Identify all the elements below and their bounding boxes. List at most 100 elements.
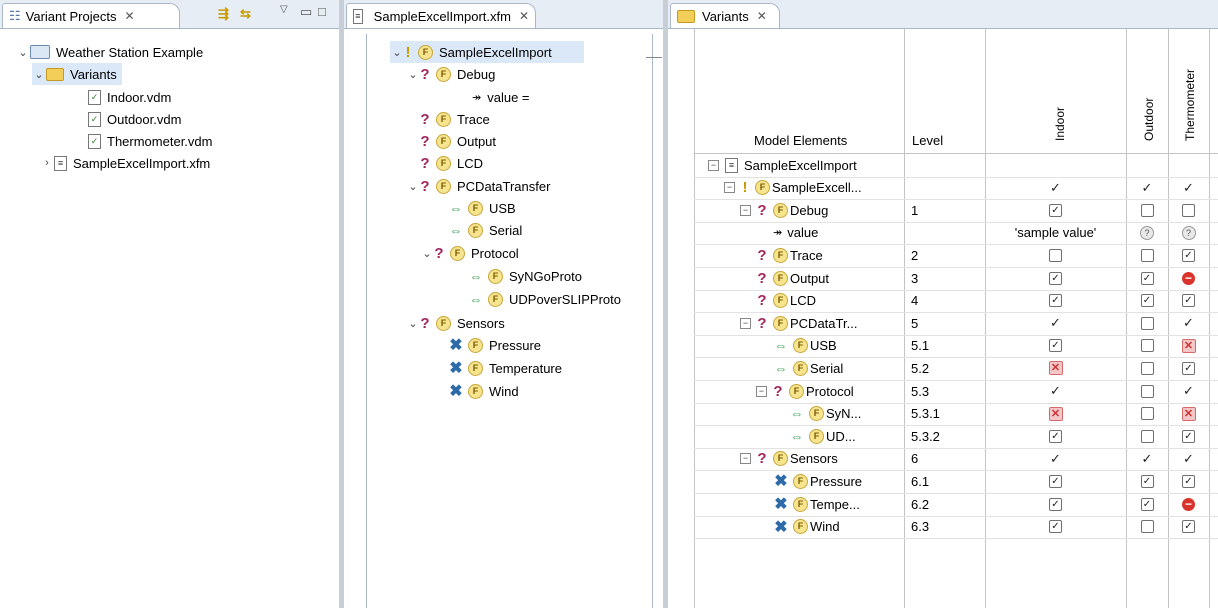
collapse-icon[interactable]: − <box>724 182 735 194</box>
maximize-icon[interactable]: □ <box>318 4 326 19</box>
feature-lcd[interactable]: ? F LCD <box>420 152 483 174</box>
checked-checkbox[interactable]: ✓ <box>1182 520 1195 534</box>
chevron-down-icon[interactable]: ⌄ <box>406 68 420 81</box>
matrix-row-name[interactable]: ? F LCD <box>740 290 816 312</box>
conflict-stop-icon[interactable]: − <box>1182 497 1195 511</box>
matrix-cell-thermo[interactable]: ✓ <box>1168 470 1209 492</box>
collapse-all-icon[interactable]: ⇆ <box>240 6 251 22</box>
selection-check-icon[interactable]: ✓ <box>1142 451 1153 467</box>
matrix-cell-indoor[interactable]: ✕ <box>985 403 1126 425</box>
view-menu-icon[interactable]: ▽ <box>280 4 288 15</box>
selection-check-icon[interactable]: ✓ <box>1050 451 1061 467</box>
empty-checkbox[interactable] <box>1140 429 1154 443</box>
column-header-outdoor[interactable]: Outdoor <box>1142 98 1156 141</box>
empty-checkbox[interactable] <box>1140 248 1154 262</box>
matrix-cell-indoor[interactable]: ✓ <box>985 516 1126 538</box>
matrix-cell-outdoor[interactable] <box>1126 335 1168 357</box>
column-divider[interactable] <box>904 29 905 608</box>
matrix-cell-thermo[interactable] <box>1168 154 1209 176</box>
checked-checkbox[interactable]: ✓ <box>1140 294 1154 308</box>
feature-pcdatatransfer[interactable]: ⌄ ? F PCDataTransfer <box>406 175 550 197</box>
selection-check-icon[interactable]: ✓ <box>1050 315 1061 331</box>
excluded-checkbox[interactable]: ✕ <box>1181 338 1196 353</box>
column-header-level[interactable]: Level <box>912 129 943 151</box>
matrix-cell-indoor[interactable]: ✓ <box>985 425 1126 447</box>
chevron-right-icon[interactable]: › <box>40 157 54 169</box>
matrix-row-name[interactable]: −? F Debug <box>740 199 828 221</box>
column-header-indoor[interactable]: Indoor <box>1053 107 1067 141</box>
matrix-cell-indoor[interactable]: ✓ <box>985 312 1126 334</box>
matrix-cell-indoor[interactable] <box>985 244 1126 266</box>
matrix-cell-outdoor[interactable]: ✓ <box>1126 470 1168 492</box>
excluded-checkbox[interactable]: ✕ <box>1048 361 1063 376</box>
checked-checkbox[interactable]: ✓ <box>1182 294 1195 308</box>
checked-checkbox[interactable]: ✓ <box>1049 294 1062 308</box>
matrix-row-name[interactable]: ✖ F Tempe... <box>756 493 860 515</box>
matrix-cell-outdoor[interactable] <box>1126 380 1168 402</box>
matrix-cell-thermo[interactable] <box>1168 199 1209 221</box>
matrix-cell-indoor[interactable]: ✓ <box>985 335 1126 357</box>
empty-checkbox[interactable] <box>1140 316 1154 330</box>
matrix-row-name[interactable]: ⇔ F UD... <box>772 425 856 447</box>
matrix-cell-outdoor[interactable]: ✓ <box>1126 493 1168 515</box>
feature-syngoproto[interactable]: ⇔ F SyNGoProto <box>468 265 582 287</box>
matrix-cell-indoor[interactable]: ✓ <box>985 199 1126 221</box>
tab-variants[interactable]: Variants ✕ <box>670 3 780 28</box>
undefined-value-icon[interactable]: ? <box>1140 225 1154 240</box>
feature-serial[interactable]: ⇔ F Serial <box>448 219 522 241</box>
matrix-row-name[interactable]: −? F PCDataTr... <box>740 312 857 334</box>
tree-item-file[interactable]: ✓ Outdoor.vdm <box>88 108 181 130</box>
feature-output[interactable]: ? F Output <box>420 130 496 152</box>
feature-wind[interactable]: ✖ F Wind <box>448 380 518 402</box>
selection-check-icon[interactable]: ✓ <box>1183 180 1194 196</box>
checked-checkbox[interactable]: ✓ <box>1049 203 1062 217</box>
collapse-icon[interactable]: − <box>756 385 767 397</box>
chevron-down-icon[interactable]: ⌄ <box>16 46 30 59</box>
checked-checkbox[interactable]: ✓ <box>1140 271 1154 285</box>
checked-checkbox[interactable]: ✓ <box>1140 474 1154 488</box>
matrix-cell-indoor[interactable]: ✓ <box>985 448 1126 470</box>
checked-checkbox[interactable]: ✓ <box>1049 339 1062 353</box>
matrix-row-name[interactable]: −! F SampleExcell... <box>724 177 862 199</box>
matrix-row-name[interactable]: ↠ value <box>756 222 818 244</box>
feature-usb[interactable]: ⇔ F USB <box>448 197 516 219</box>
selection-check-icon[interactable]: ✓ <box>1142 180 1153 196</box>
matrix-cell-thermo[interactable]: ✓ <box>1168 357 1209 379</box>
tree-item-file[interactable]: ✓ Indoor.vdm <box>88 86 171 108</box>
close-icon[interactable]: ✕ <box>519 9 529 23</box>
empty-checkbox[interactable] <box>1140 361 1154 375</box>
checked-checkbox[interactable]: ✓ <box>1049 271 1062 285</box>
checked-checkbox[interactable]: ✓ <box>1049 520 1062 534</box>
feature-root[interactable]: ⌄ ! F SampleExcelImport <box>390 41 584 63</box>
excluded-checkbox[interactable]: ✕ <box>1048 406 1063 421</box>
selection-check-icon[interactable]: ✓ <box>1183 451 1194 467</box>
feature-debug[interactable]: ⌄ ? F Debug <box>406 63 495 85</box>
matrix-cell-outdoor[interactable] <box>1126 357 1168 379</box>
matrix-cell-indoor[interactable]: ✓ <box>985 470 1126 492</box>
matrix-cell-outdoor[interactable] <box>1126 425 1168 447</box>
empty-checkbox[interactable] <box>1140 407 1154 421</box>
feature-sensors[interactable]: ⌄ ? F Sensors <box>406 312 504 334</box>
checked-checkbox[interactable]: ✓ <box>1049 474 1062 488</box>
collapse-icon[interactable]: − <box>740 204 751 216</box>
empty-checkbox[interactable] <box>1140 384 1154 398</box>
chevron-down-icon[interactable]: ⌄ <box>406 317 420 330</box>
column-divider[interactable] <box>1209 29 1210 608</box>
matrix-cell-outdoor[interactable] <box>1126 403 1168 425</box>
close-icon[interactable]: ✕ <box>757 9 767 23</box>
conflict-stop-icon[interactable]: − <box>1182 271 1195 285</box>
selection-check-icon[interactable]: ✓ <box>1183 383 1194 399</box>
matrix-row-name[interactable]: ⇔ F SyN... <box>772 403 861 425</box>
link-editor-icon[interactable]: ⇶ <box>218 6 229 22</box>
matrix-cell-thermo[interactable]: ✓ <box>1168 312 1209 334</box>
matrix-cell-indoor[interactable]: ✓ <box>985 380 1126 402</box>
matrix-cell-thermo[interactable]: ✕ <box>1168 335 1209 357</box>
matrix-cell-indoor[interactable]: ✓ <box>985 493 1126 515</box>
matrix-cell-thermo[interactable]: − <box>1168 267 1209 289</box>
matrix-row-name[interactable]: ✖ F Wind <box>756 516 839 538</box>
collapse-icon[interactable]: − <box>740 453 751 465</box>
chevron-down-icon[interactable]: ⌄ <box>390 46 404 59</box>
matrix-cell-outdoor[interactable] <box>1126 154 1168 176</box>
checked-checkbox[interactable]: ✓ <box>1182 361 1195 375</box>
minimize-icon[interactable]: ▭ <box>300 4 312 20</box>
